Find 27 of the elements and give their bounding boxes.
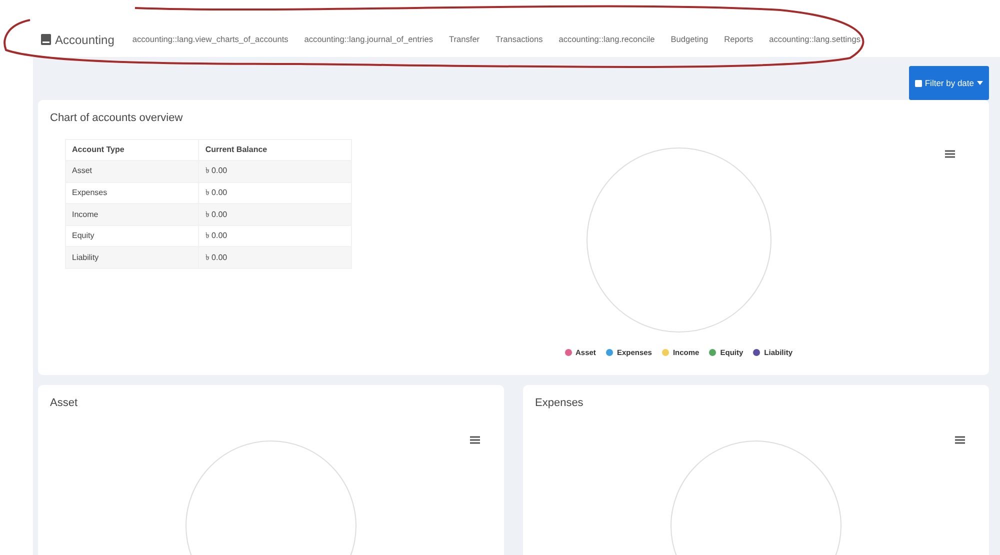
nav-link[interactable]: accounting::lang.view_charts_of_accounts xyxy=(132,33,288,46)
nav-link[interactable]: accounting::lang.settings xyxy=(769,33,860,46)
column-header: Current Balance xyxy=(198,139,352,161)
brand-link[interactable]: Accounting xyxy=(41,30,114,48)
table-cell: Asset xyxy=(66,160,199,182)
nav-link[interactable]: Reports xyxy=(724,33,754,46)
nav-link[interactable]: accounting::lang.journal_of_entries xyxy=(304,33,433,46)
table-cell: ৳ 0.00 xyxy=(198,246,352,269)
filter-button[interactable]: Filter by date xyxy=(908,66,989,100)
calendar-icon xyxy=(914,79,922,87)
table-cell: ৳ 0.00 xyxy=(198,204,352,226)
menu-icon[interactable] xyxy=(470,436,480,444)
card-title: Asset xyxy=(50,396,79,411)
card-title: Chart of accounts overview xyxy=(50,111,184,126)
nav-link[interactable]: Transfer xyxy=(448,33,480,46)
table-cell: Liability xyxy=(66,246,199,269)
table-cell: Income xyxy=(66,204,199,226)
menu-icon[interactable] xyxy=(945,150,955,158)
caret-icon xyxy=(977,81,983,85)
column-header: Account Type xyxy=(66,139,199,161)
card-title: Expenses xyxy=(535,396,584,411)
nav-link[interactable]: accounting::lang.reconcile xyxy=(558,33,655,46)
book-icon xyxy=(41,34,51,45)
nav-link[interactable]: Budgeting xyxy=(670,33,708,46)
menu-icon[interactable] xyxy=(955,436,965,444)
nav-link[interactable]: Transactions xyxy=(496,33,543,46)
table-cell: ৳ 0.00 xyxy=(198,160,352,182)
